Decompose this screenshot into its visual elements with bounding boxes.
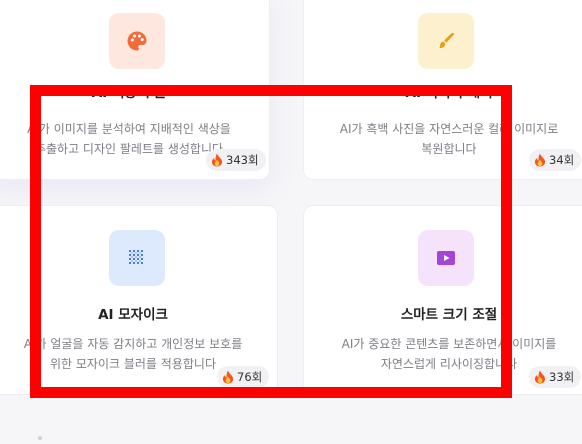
palette-icon-box [109, 13, 165, 69]
tool-card-color-extraction[interactable]: AI 색상 추출 AI가 이미지를 분석하여 지배적인 색상을 추출하고 디자인… [0, 0, 270, 180]
usage-count-badge: 76회 [217, 366, 270, 388]
card-title: AI 모자이크 [98, 307, 168, 323]
usage-count-badge: 343회 [206, 149, 266, 171]
tool-card-smart-resize[interactable]: 스마트 크기 조절 AI가 중요한 콘텐츠를 보존하면서 이미지를 자연스럽게 … [303, 205, 582, 395]
usage-count-badge: 33회 [529, 366, 582, 388]
tool-card-mosaic[interactable]: AI 모자이크 AI가 얼굴을 자동 감지하고 개인정보 보호를 위한 모자이크… [0, 205, 278, 395]
palette-icon [127, 31, 147, 51]
paintbrush-icon-box [418, 13, 474, 69]
card-title: AI 이미지 채색 [405, 85, 493, 101]
usage-count: 343회 [226, 153, 259, 167]
decorative-dot [38, 436, 42, 440]
fire-icon [222, 370, 234, 384]
fire-icon [534, 370, 546, 384]
card-title: 스마트 크기 조절 [400, 307, 498, 323]
usage-count: 76회 [237, 370, 263, 384]
usage-count: 33회 [549, 370, 575, 384]
paintbrush-icon [439, 32, 455, 49]
play-icon-box [418, 230, 474, 286]
fire-icon [534, 153, 546, 167]
card-title: AI 색상 추출 [91, 85, 167, 101]
play-video-icon [437, 251, 455, 265]
mosaic-icon-box [109, 230, 165, 286]
mosaic-grid-icon [129, 250, 143, 264]
fire-icon [211, 153, 223, 167]
usage-count: 34회 [549, 153, 575, 167]
tool-card-colorization[interactable]: AI 이미지 채색 AI가 흑백 사진을 자연스러운 컬러 이미지로 복원합니다… [303, 0, 582, 180]
usage-count-badge: 34회 [529, 149, 582, 171]
